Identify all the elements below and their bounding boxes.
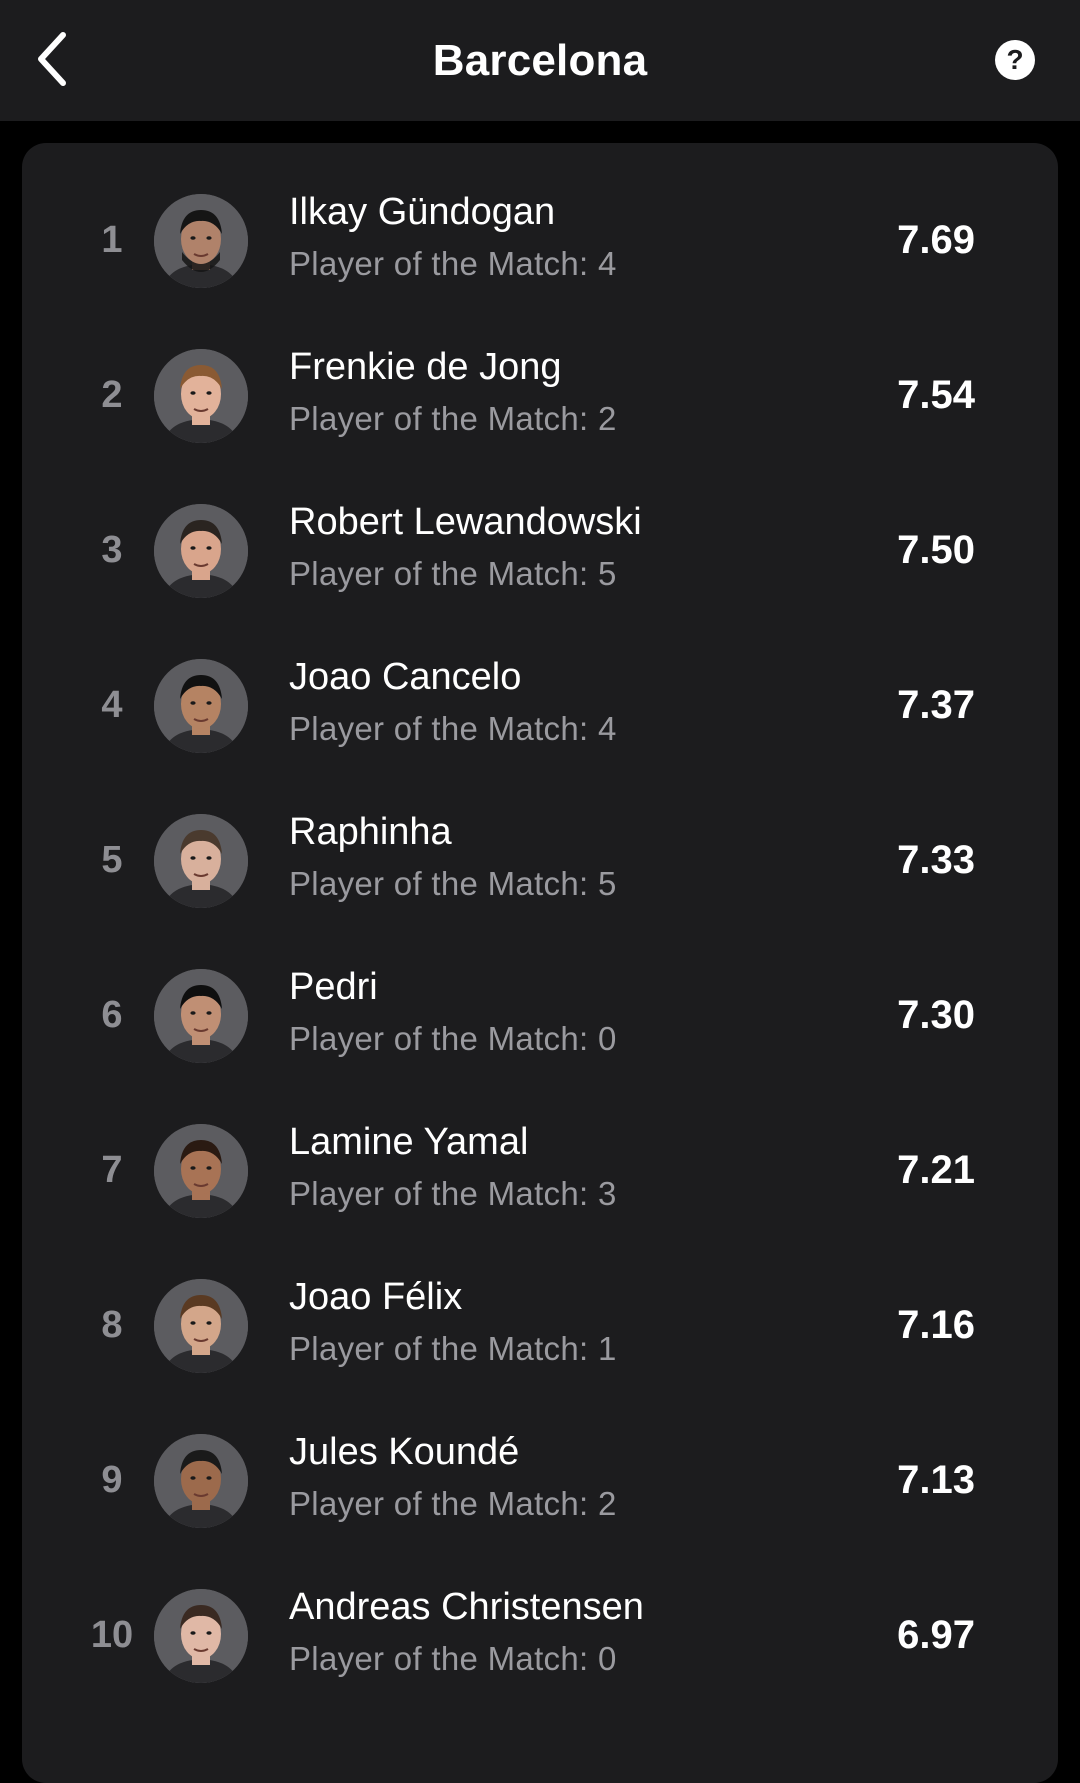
player-of-the-match-count: Player of the Match: 1: [289, 1330, 617, 1367]
player-rating: 6.97: [897, 1613, 975, 1657]
player-row[interactable]: 8 Joao Félix Player of the Match: 1 7.16: [22, 1248, 1058, 1403]
help-button[interactable]: ?: [995, 40, 1035, 80]
player-avatar: [154, 1589, 248, 1683]
page-title: Barcelona: [432, 36, 648, 85]
player-row[interactable]: 1 Ilkay Gündogan Player of the Match: 4 7.6…: [22, 163, 1058, 318]
player-row[interactable]: 4 Joao Cancelo Player of the Match: 4 7.37: [22, 628, 1058, 783]
player-rank: 6: [101, 994, 123, 1036]
player-row[interactable]: 2 Frenkie de Jong Player of the Match: 2 7.…: [22, 318, 1058, 473]
player-rank: 1: [101, 219, 123, 261]
top-bar: Barcelona ?: [0, 0, 1080, 121]
player-of-the-match-count: Player of the Match: 0: [289, 1020, 617, 1057]
player-of-the-match-count: Player of the Match: 0: [289, 1640, 617, 1677]
player-avatar: [154, 1124, 248, 1218]
player-name: Lamine Yamal: [289, 1121, 529, 1163]
player-avatar: [154, 814, 248, 908]
player-rating: 7.21: [897, 1148, 975, 1192]
player-rating: 7.16: [897, 1303, 975, 1347]
player-name: Ilkay Gündogan: [289, 191, 556, 233]
player-row[interactable]: 10 Andreas Christensen Player of the Match…: [22, 1558, 1058, 1713]
player-name: Joao Cancelo: [289, 656, 522, 698]
player-rating: 7.30: [897, 993, 975, 1037]
player-avatar: [154, 1279, 248, 1373]
player-of-the-match-count: Player of the Match: 4: [289, 245, 617, 282]
player-row[interactable]: 7 Lamine Yamal Player of the Match: 3 7.21: [22, 1093, 1058, 1248]
player-of-the-match-count: Player of the Match: 2: [289, 1485, 617, 1522]
player-rank: 10: [90, 1614, 134, 1656]
player-rating: 7.54: [897, 373, 975, 417]
player-row[interactable]: 3 Robert Lewandowski Player of the Match: …: [22, 473, 1058, 628]
player-avatar: [154, 349, 248, 443]
player-rating: 7.69: [897, 218, 975, 262]
player-rank: 5: [101, 839, 123, 881]
player-rating: 7.33: [897, 838, 975, 882]
player-name: Andreas Christensen: [289, 1586, 644, 1628]
player-of-the-match-count: Player of the Match: 5: [289, 865, 617, 902]
player-avatar: [154, 969, 248, 1063]
player-rank: 7: [101, 1149, 123, 1191]
player-row[interactable]: 5 Raphinha Player of the Match: 5 7.33: [22, 783, 1058, 938]
player-of-the-match-count: Player of the Match: 3: [289, 1175, 617, 1212]
player-rating: 7.13: [897, 1458, 975, 1502]
player-avatar: [154, 504, 248, 598]
player-name: Raphinha: [289, 811, 452, 853]
question-circle-icon: ?: [1006, 44, 1024, 75]
player-row[interactable]: 6 Pedri Player of the Match: 0 7.30: [22, 938, 1058, 1093]
player-name: Robert Lewandowski: [289, 501, 642, 543]
player-of-the-match-count: Player of the Match: 5: [289, 555, 617, 592]
player-avatar: [154, 194, 248, 288]
player-rating: 7.37: [897, 683, 975, 727]
player-rank: 4: [101, 684, 123, 726]
player-avatar: [154, 659, 248, 753]
player-rank: 3: [101, 529, 123, 571]
player-name: Frenkie de Jong: [289, 346, 562, 388]
player-rating: 7.50: [897, 528, 975, 572]
player-rank: 9: [101, 1459, 123, 1501]
player-ratings-list: 1 Ilkay Gündogan Player of the Match: 4 7.6…: [22, 143, 1058, 1783]
player-name: Joao Félix: [289, 1276, 463, 1318]
player-row[interactable]: 9 Jules Koundé Player of the Match: 2 7.13: [22, 1403, 1058, 1558]
player-of-the-match-count: Player of the Match: 2: [289, 400, 617, 437]
player-avatar: [154, 1434, 248, 1528]
player-name: Jules Koundé: [289, 1431, 520, 1473]
player-rank: 2: [101, 374, 123, 416]
player-name: Pedri: [289, 966, 378, 1008]
player-rank: 8: [101, 1304, 123, 1346]
player-of-the-match-count: Player of the Match: 4: [289, 710, 617, 747]
